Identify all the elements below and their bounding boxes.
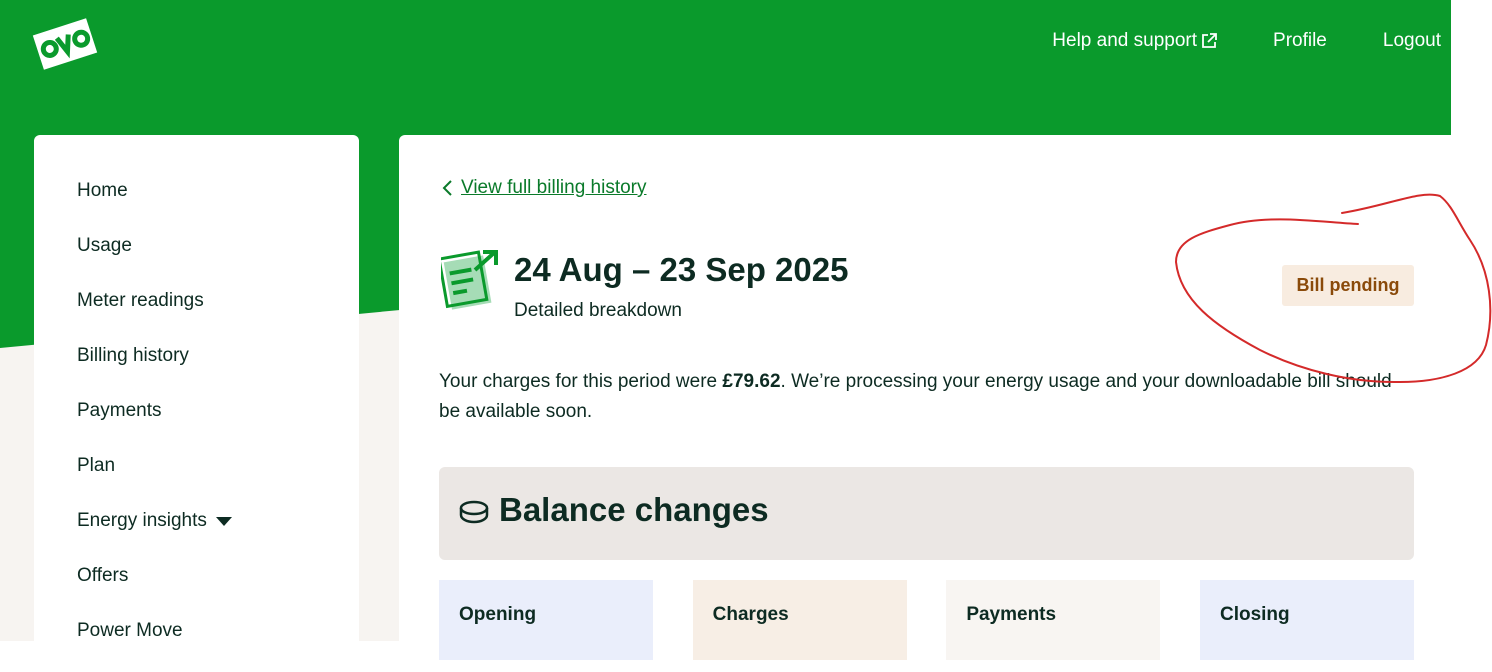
charges-card: Charges [692, 580, 907, 660]
logout-label: Logout [1382, 30, 1441, 51]
coin-stack-icon [459, 500, 489, 524]
sidebar-item-label: Payments [77, 400, 162, 421]
charges-prefix: Your charges for this period were [439, 371, 723, 392]
card-label: Payments [966, 604, 1057, 625]
balance-changes-header: Balance changes [439, 467, 1414, 560]
sidebar-item-label: Offers [77, 565, 129, 586]
ovo-logo[interactable] [32, 12, 98, 76]
sidebar-item-power-move[interactable]: Power Move [77, 617, 359, 672]
card-label: Charges [712, 604, 789, 625]
sidebar-menu: Home Usage Meter readings Billing histor… [34, 135, 359, 672]
opening-balance-card: Opening [439, 580, 653, 660]
card-label: Opening [459, 604, 537, 625]
status-badge: Bill pending [1282, 265, 1414, 306]
profile-link[interactable]: Profile [1273, 30, 1327, 52]
sidebar-item-label: Billing history [77, 345, 189, 366]
right-gutter [1451, 0, 1492, 641]
sidebar-item-label: Energy insights [77, 510, 207, 531]
sidebar-item-label: Power Move [77, 620, 183, 641]
sidebar: Home Usage Meter readings Billing histor… [34, 135, 359, 655]
sidebar-item-label: Home [77, 180, 128, 201]
balance-changes-title: Balance changes [499, 491, 769, 528]
billing-period-title: 24 Aug – 23 Sep 2025 [514, 251, 849, 288]
card-label: Closing [1219, 604, 1290, 625]
billing-period-subtitle: Detailed breakdown [514, 300, 682, 321]
sidebar-item-billing-history[interactable]: Billing history [77, 342, 359, 397]
profile-label: Profile [1273, 30, 1327, 51]
payments-card: Payments [946, 580, 1161, 660]
closing-balance-card: Closing [1199, 580, 1414, 660]
sidebar-item-offers[interactable]: Offers [77, 562, 359, 617]
sidebar-item-payments[interactable]: Payments [77, 397, 359, 452]
balance-cards: Opening Charges Payments Closing [439, 580, 1414, 660]
top-navigation: Help and support Profile Logout [1052, 30, 1441, 52]
main-panel: View full billing history 24 Aug – 23 Se… [399, 135, 1451, 660]
back-to-billing-history-link[interactable]: View full billing history [441, 177, 647, 199]
sidebar-item-label: Plan [77, 455, 116, 476]
charges-amount: £79.62 [722, 371, 781, 392]
sidebar-item-meter-readings[interactable]: Meter readings [77, 287, 359, 342]
sidebar-item-energy-insights[interactable]: Energy insights [77, 507, 359, 562]
help-and-support-label: Help and support [1052, 30, 1198, 51]
sidebar-item-home[interactable]: Home [77, 177, 359, 232]
help-and-support-link[interactable]: Help and support [1052, 30, 1217, 52]
back-link-label: View full billing history [461, 177, 647, 198]
sidebar-item-usage[interactable]: Usage [77, 232, 359, 287]
chevron-left-icon [442, 180, 452, 196]
caret-down-icon [215, 517, 232, 526]
sidebar-item-plan[interactable]: Plan [77, 452, 359, 507]
sidebar-item-label: Usage [77, 235, 132, 256]
charges-summary: Your charges for this period were £79.62… [439, 367, 1414, 427]
sidebar-item-label: Meter readings [77, 290, 204, 311]
logout-link[interactable]: Logout [1383, 30, 1441, 52]
header-bar [0, 0, 1451, 135]
bill-document-icon [441, 250, 498, 310]
external-link-icon [1202, 33, 1217, 48]
